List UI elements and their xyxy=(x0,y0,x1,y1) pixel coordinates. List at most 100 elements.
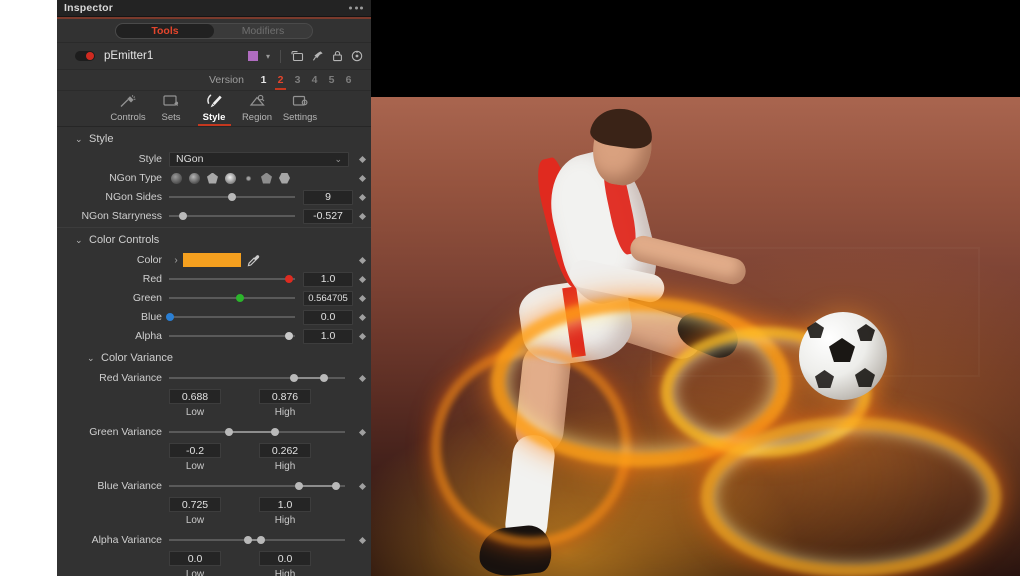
ngon-type-option-6[interactable] xyxy=(261,172,272,184)
ngon-type-option-3[interactable] xyxy=(207,172,218,184)
keyframe-diamond-icon[interactable] xyxy=(353,313,371,322)
tab-modifiers[interactable]: Modifiers xyxy=(214,24,312,38)
red-value[interactable]: 1.0 xyxy=(303,271,353,287)
red-slider[interactable] xyxy=(169,270,295,288)
style-dropdown[interactable]: NGon ⌄ xyxy=(169,151,349,167)
version-option-2[interactable]: 2 xyxy=(272,70,289,91)
ngon-sides-value[interactable]: 9 xyxy=(303,189,353,205)
red-label: Red xyxy=(142,273,162,285)
chevron-down-icon: ⌄ xyxy=(334,153,342,164)
keyframe-diamond-icon[interactable] xyxy=(353,193,371,202)
tab-controls-label: Controls xyxy=(110,112,146,123)
row-ngon-type: NGon Type xyxy=(57,169,371,187)
blue-variance-low-value[interactable]: 0.725 xyxy=(169,497,221,512)
ngon-starryness-value[interactable]: -0.527 xyxy=(303,208,353,224)
keyframe-diamond-icon[interactable] xyxy=(353,332,371,341)
keyframe-diamond-icon[interactable] xyxy=(353,374,371,383)
blue-value[interactable]: 0.0 xyxy=(303,309,353,325)
more-options-icon[interactable] xyxy=(349,6,363,10)
low-caption: Low xyxy=(185,515,205,526)
green-slider[interactable] xyxy=(169,289,295,307)
version-option-1[interactable]: 1 xyxy=(255,70,272,91)
tab-settings-label: Settings xyxy=(282,112,318,123)
color-swatch[interactable] xyxy=(183,253,241,267)
chevron-down-icon[interactable]: ▾ xyxy=(266,52,270,61)
alpha-slider[interactable] xyxy=(169,327,295,345)
keyframe-diamond-icon[interactable] xyxy=(353,536,371,545)
ngon-sides-slider[interactable] xyxy=(169,188,295,206)
keyframe-diamond-icon[interactable] xyxy=(353,428,371,437)
segmented-control[interactable]: Tools Modifiers xyxy=(115,22,313,39)
keyframe-diamond-icon[interactable] xyxy=(353,256,371,265)
eyedropper-icon[interactable] xyxy=(241,254,265,267)
ngon-starryness-slider[interactable] xyxy=(169,207,295,225)
alpha-variance-low-value[interactable]: 0.0 xyxy=(169,551,221,566)
node-enable-toggle[interactable] xyxy=(75,51,95,61)
section-style[interactable]: ⌄ Style xyxy=(57,127,371,150)
red-variance-low-value[interactable]: 0.688 xyxy=(169,389,221,404)
chevron-right-icon[interactable]: › xyxy=(169,255,183,266)
green-variance-low-value[interactable]: -0.2 xyxy=(169,443,221,458)
keyframe-diamond-icon[interactable] xyxy=(353,155,371,164)
lock-icon[interactable] xyxy=(332,50,343,62)
tab-style[interactable]: Style xyxy=(193,90,236,126)
color-label: Color xyxy=(136,254,162,266)
green-variance-slider[interactable] xyxy=(169,423,345,441)
version-option-5[interactable]: 5 xyxy=(323,70,340,91)
reset-icon[interactable] xyxy=(351,50,363,62)
red-variance-high-value[interactable]: 0.876 xyxy=(259,389,311,404)
ngon-type-option-5[interactable] xyxy=(245,175,252,181)
node-row[interactable]: pEmitter1 ▾ xyxy=(57,43,371,70)
ngon-type-option-1[interactable] xyxy=(171,172,182,184)
alpha-variance-high-value[interactable]: 0.0 xyxy=(259,551,311,566)
row-red-variance: Red Variance xyxy=(57,369,371,387)
blue-variance-slider[interactable] xyxy=(169,477,345,495)
red-variance-slider[interactable] xyxy=(169,369,345,387)
ngon-starryness-label: NGon Starryness xyxy=(81,210,162,222)
blue-slider[interactable] xyxy=(166,308,295,326)
keyframe-diamond-icon[interactable] xyxy=(353,212,371,221)
keyframe-diamond-icon[interactable] xyxy=(353,275,371,284)
keyframe-diamond-icon[interactable] xyxy=(353,482,371,491)
keyframe-diamond-icon[interactable] xyxy=(353,294,371,303)
node-color-swatch[interactable] xyxy=(247,51,258,61)
row-red: Red 1.0 xyxy=(57,270,371,288)
alpha-variance-values: 0.0 0.0 xyxy=(57,550,371,567)
ngon-type-option-2[interactable] xyxy=(189,172,200,184)
red-variance-values: 0.688 0.876 xyxy=(57,388,371,405)
alpha-variance-label: Alpha Variance xyxy=(91,534,162,546)
version-option-3[interactable]: 3 xyxy=(289,70,306,91)
style-dropdown-value: NGon xyxy=(176,153,204,165)
inspector-header: Inspector xyxy=(57,0,371,17)
blue-variance-high-value[interactable]: 1.0 xyxy=(259,497,311,512)
alpha-value[interactable]: 1.0 xyxy=(303,328,353,344)
ngon-type-option-7[interactable] xyxy=(279,172,290,184)
section-color-controls[interactable]: ⌄ Color Controls xyxy=(57,228,371,251)
green-variance-high-value[interactable]: 0.262 xyxy=(259,443,311,458)
tab-sets[interactable]: Sets xyxy=(150,90,193,126)
alpha-label: Alpha xyxy=(135,330,162,342)
region-icon xyxy=(249,93,266,109)
section-style-title: Style xyxy=(89,133,114,145)
alpha-variance-slider[interactable] xyxy=(169,531,345,549)
viewer-panel[interactable] xyxy=(371,0,1020,576)
blue-variance-values: 0.725 1.0 xyxy=(57,496,371,513)
node-name-label: pEmitter1 xyxy=(104,50,154,62)
tab-controls[interactable]: Controls xyxy=(107,90,150,126)
section-color-variance[interactable]: ⌄ Color Variance xyxy=(57,346,371,369)
pin-icon[interactable] xyxy=(312,50,324,62)
tab-settings[interactable]: Settings xyxy=(279,90,322,126)
ngon-type-option-4[interactable] xyxy=(225,172,236,184)
version-option-6[interactable]: 6 xyxy=(340,70,357,91)
page-title: Inspector xyxy=(64,2,114,14)
high-caption: High xyxy=(274,569,296,576)
version-row: Version 1 2 3 4 5 6 xyxy=(57,70,371,91)
keyframe-diamond-icon[interactable] xyxy=(353,174,371,183)
frame-icon[interactable] xyxy=(291,50,304,62)
tab-tools[interactable]: Tools xyxy=(116,23,214,38)
tab-region[interactable]: Region xyxy=(236,90,279,126)
row-ngon-starryness: NGon Starryness -0.527 xyxy=(57,207,371,225)
green-value[interactable]: 0.564705 xyxy=(303,290,353,306)
version-option-4[interactable]: 4 xyxy=(306,70,323,91)
section-color-variance-title: Color Variance xyxy=(101,352,173,364)
